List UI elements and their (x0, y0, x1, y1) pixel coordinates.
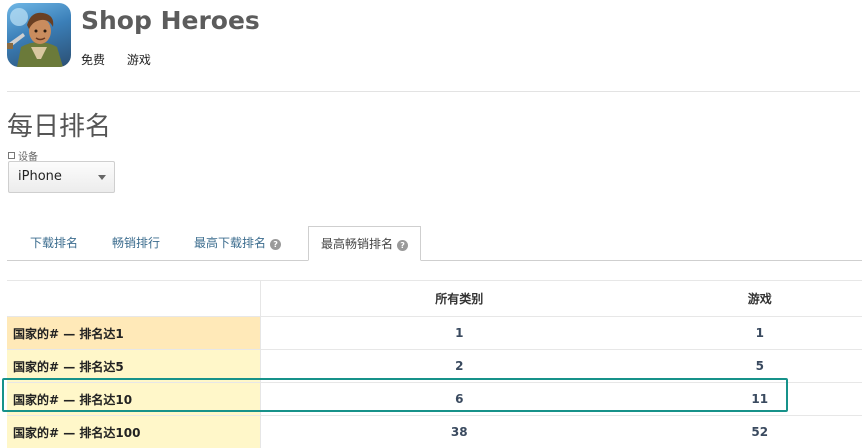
table-corner (7, 281, 261, 317)
rank-tabs: 下载排名 畅销排行 最高下载排名? 最高畅销排名? (7, 226, 862, 261)
row-value: 5 (658, 350, 862, 383)
table-header-row: 所有类别 游戏 (7, 281, 862, 317)
app-meta: 免费 游戏 (81, 51, 169, 68)
row-label: 国家的# — 排名达100 (7, 416, 261, 448)
device-icon (8, 152, 15, 159)
device-select[interactable]: iPhone (8, 161, 115, 193)
tab-highest-grossing[interactable]: 最高畅销排名? (308, 226, 421, 261)
row-label: 国家的# — 排名达10 (7, 383, 261, 416)
row-value: 2 (261, 350, 658, 383)
row-value: 11 (658, 383, 862, 416)
table-row: 国家的# — 排名达10 6 11 (7, 383, 862, 416)
help-icon[interactable]: ? (397, 240, 408, 251)
tab-highest-downloads[interactable]: 最高下载排名? (194, 226, 281, 261)
help-icon[interactable]: ? (270, 239, 281, 250)
app-title: Shop Heroes (81, 6, 260, 35)
tab-label: 下载排名 (30, 236, 78, 250)
tab-top-grossing[interactable]: 畅销排行 (112, 226, 160, 261)
header-divider (7, 91, 860, 92)
column-header: 游戏 (658, 281, 862, 317)
app-price: 免费 (81, 53, 105, 67)
row-value: 1 (261, 317, 658, 350)
row-label: 国家的# — 排名达5 (7, 350, 261, 383)
app-category[interactable]: 游戏 (127, 53, 151, 67)
tab-label: 最高下载排名 (194, 236, 266, 250)
caret-down-icon (98, 175, 106, 180)
tab-label: 最高畅销排名 (321, 237, 393, 251)
rank-table: 所有类别 游戏 国家的# — 排名达1 1 1 国家的# — 排名达5 2 5 … (7, 280, 862, 448)
app-icon[interactable] (7, 3, 71, 67)
tab-downloads[interactable]: 下载排名 (30, 226, 78, 261)
section-title: 每日排名 (7, 106, 111, 143)
device-select-value: iPhone (18, 169, 62, 184)
table-row: 国家的# — 排名达5 2 5 (7, 350, 862, 383)
table-row: 国家的# — 排名达1 1 1 (7, 317, 862, 350)
row-value: 52 (658, 416, 862, 448)
row-value: 6 (261, 383, 658, 416)
tab-label: 畅销排行 (112, 236, 160, 250)
column-header: 所有类别 (261, 281, 658, 317)
row-value: 38 (261, 416, 658, 448)
row-value: 1 (658, 317, 862, 350)
table-row: 国家的# — 排名达100 38 52 (7, 416, 862, 448)
row-label: 国家的# — 排名达1 (7, 317, 261, 350)
